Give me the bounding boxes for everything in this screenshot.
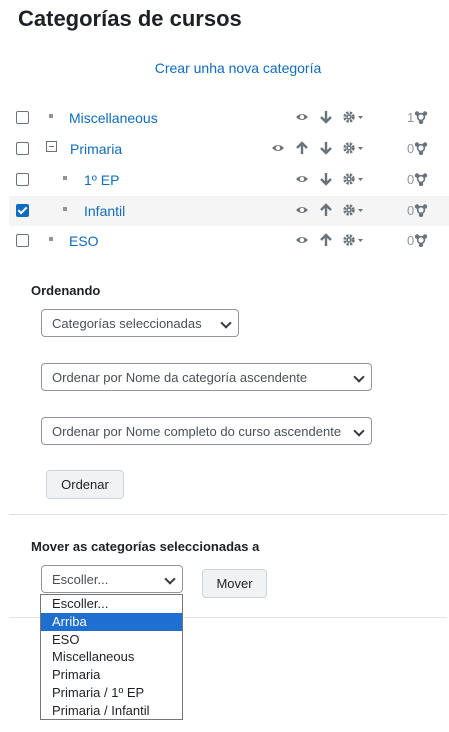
eye-icon[interactable] <box>295 203 309 217</box>
create-category-link[interactable]: Crear unha nova categoría <box>0 60 449 76</box>
cohort-icon <box>414 233 428 247</box>
category-checkbox[interactable] <box>16 111 29 124</box>
dropdown-option[interactable]: Primaria / 1º EP <box>41 684 182 702</box>
gear-icon[interactable] <box>343 172 367 186</box>
category-name-link[interactable]: 1º EP <box>84 172 119 188</box>
arrow-down-icon[interactable] <box>319 141 333 155</box>
category-sort-select[interactable]: Ordenar por Nome da categoría ascendente <box>41 363 372 391</box>
bullet-icon <box>49 237 53 241</box>
category-checkbox[interactable] <box>16 204 29 217</box>
eye-icon[interactable] <box>295 110 309 124</box>
move-target-select[interactable]: Escoller... <box>41 565 183 593</box>
dropdown-option[interactable]: Miscellaneous <box>41 648 182 666</box>
chevron-down-icon <box>220 317 232 329</box>
move-button[interactable]: Mover <box>202 569 267 598</box>
sort-scope-value: Categorías seleccionadas <box>52 316 202 331</box>
category-row: Miscellaneous 1 <box>9 103 449 133</box>
dropdown-option[interactable]: Escoller... <box>41 595 182 613</box>
category-sort-value: Ordenar por Nome da categoría ascendente <box>52 370 308 385</box>
chevron-down-icon <box>164 573 176 585</box>
page-title: Categorías de cursos <box>18 6 242 31</box>
arrow-down-icon[interactable] <box>319 110 333 124</box>
arrow-down-icon[interactable] <box>319 172 333 186</box>
gear-icon[interactable] <box>343 141 367 155</box>
dropdown-option[interactable]: ESO <box>41 631 182 649</box>
dropdown-option[interactable]: Primaria <box>41 666 182 684</box>
category-name-link[interactable]: Miscellaneous <box>69 110 158 126</box>
eye-icon[interactable] <box>271 141 285 155</box>
move-heading: Mover as categorías seleccionadas a <box>31 539 260 554</box>
gear-icon[interactable] <box>343 110 367 124</box>
divider <box>9 514 447 515</box>
arrow-up-icon[interactable] <box>319 233 333 247</box>
category-row: Infantil 0 <box>9 196 449 226</box>
sort-heading: Ordenando <box>31 283 101 298</box>
sort-scope-select[interactable]: Categorías seleccionadas <box>41 309 239 337</box>
category-row: 1º EP 0 <box>9 165 449 195</box>
category-row: Primaria 0 <box>9 134 449 164</box>
cohort-icon <box>414 203 428 217</box>
bullet-icon <box>63 176 67 180</box>
category-checkbox[interactable] <box>16 234 29 247</box>
category-name-link[interactable]: Primaria <box>70 141 122 157</box>
move-target-dropdown-list[interactable]: Escoller... Arriba ESO Miscellaneous Pri… <box>40 594 183 720</box>
bullet-icon <box>63 207 67 211</box>
chevron-down-icon <box>353 371 365 383</box>
bullet-icon <box>49 114 53 118</box>
category-checkbox[interactable] <box>16 142 29 155</box>
course-sort-select[interactable]: Ordenar por Nome completo do curso ascen… <box>41 417 372 445</box>
collapse-icon[interactable] <box>46 141 57 152</box>
cohort-icon <box>414 141 428 155</box>
category-checkbox[interactable] <box>16 173 29 186</box>
category-name-link[interactable]: Infantil <box>84 203 125 219</box>
arrow-up-icon[interactable] <box>295 141 309 155</box>
chevron-down-icon <box>353 425 365 437</box>
category-name-link[interactable]: ESO <box>69 233 99 249</box>
arrow-up-icon[interactable] <box>319 203 333 217</box>
cohort-icon <box>414 172 428 186</box>
gear-icon[interactable] <box>343 203 367 217</box>
eye-icon[interactable] <box>295 172 309 186</box>
dropdown-option[interactable]: Primaria / Infantil <box>41 702 182 720</box>
move-target-value: Escoller... <box>52 572 109 587</box>
eye-icon[interactable] <box>295 233 309 247</box>
category-row: ESO 0 <box>9 226 449 256</box>
cohort-icon <box>414 110 428 124</box>
gear-icon[interactable] <box>343 233 367 247</box>
course-sort-value: Ordenar por Nome completo do curso ascen… <box>52 424 342 439</box>
dropdown-option[interactable]: Arriba <box>41 612 182 631</box>
sort-button[interactable]: Ordenar <box>46 470 124 499</box>
